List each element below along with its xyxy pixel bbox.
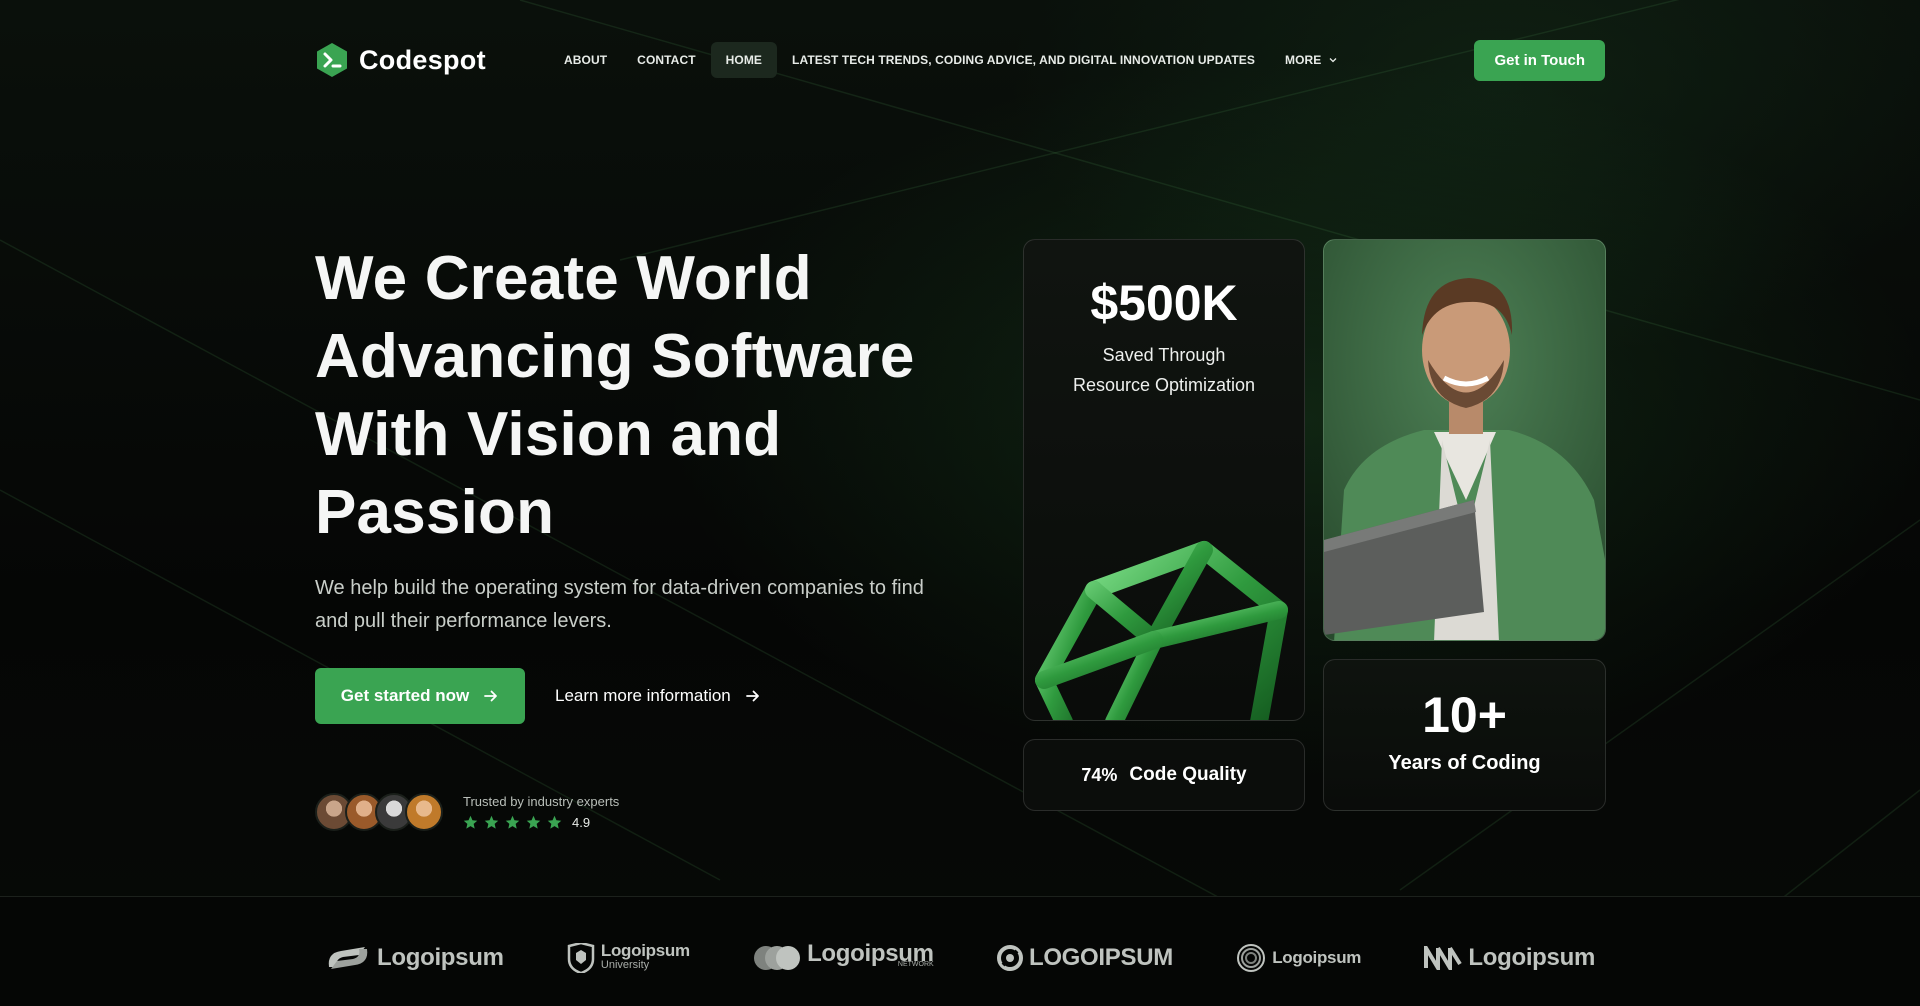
get-started-label: Get started now <box>340 686 470 705</box>
savings-value: $500K <box>1090 275 1238 331</box>
star-icon <box>463 815 478 829</box>
star-icon <box>526 815 541 829</box>
partner-logos: Logoipsum Logoipsum University Logoipsum… <box>325 940 1595 973</box>
trust-label: Trusted by industry experts <box>463 794 620 809</box>
nav-item-more[interactable]: MORE <box>1270 42 1352 78</box>
avatar-group <box>315 793 443 831</box>
partner-name: Logoipsum <box>1468 944 1595 971</box>
rating-value: 4.9 <box>572 815 591 830</box>
arrow-right-icon <box>745 690 759 702</box>
code-quality-label: Code Quality <box>1129 764 1247 785</box>
partner-text: Logoipsum NETWORK <box>807 940 934 969</box>
savings-label: Saved Through Resource Optimization <box>1024 340 1304 400</box>
years-label: Years of Coding <box>1388 752 1541 774</box>
partner-logo: Logoipsum <box>1236 943 1361 973</box>
n-stripes-icon <box>1424 946 1463 970</box>
hero-title-line: Advancing Software <box>315 322 915 391</box>
hero-title-line: With Vision and <box>315 400 782 469</box>
hero-subtitle-line: We help build the operating system for d… <box>315 577 924 599</box>
green-3d-shape-illustration <box>1035 541 1288 720</box>
years-card: 10+ Years of Coding <box>1323 659 1606 811</box>
nav-item-latest-updates[interactable]: LATEST TECH TRENDS, CODING ADVICE, AND D… <box>777 42 1270 78</box>
learn-more-link[interactable]: Learn more information <box>555 668 761 724</box>
trust-text: Trusted by industry experts 4.9 <box>463 794 619 830</box>
nav-more-label: MORE <box>1285 53 1322 67</box>
hero-title-line: We Create World <box>315 244 812 313</box>
nav-item-contact[interactable]: CONTACT <box>622 42 710 78</box>
star-icon <box>505 815 520 829</box>
partner-text: Logoipsum University <box>600 941 690 972</box>
partner-sub: NETWORK <box>897 961 934 968</box>
partner-logo: LOGOIPSUM <box>996 944 1173 972</box>
code-quality-percent: 74% <box>1081 764 1118 785</box>
arrow-right-icon <box>484 690 498 702</box>
partner-logo-strip: Logoipsum Logoipsum University Logoipsum… <box>0 896 1920 1006</box>
shield-icon <box>567 943 595 973</box>
brand-name: Codespot <box>359 44 486 75</box>
partner-name: Logoipsum <box>807 940 934 967</box>
trust-block: Trusted by industry experts 4.9 <box>315 793 619 831</box>
partner-name: LOGOIPSUM <box>1028 944 1173 971</box>
star-icon <box>547 815 562 829</box>
star-rating: 4.9 <box>463 815 619 830</box>
overlapping-circles-icon <box>754 946 801 970</box>
nav-item-about[interactable]: ABOUT <box>549 42 622 78</box>
code-quality-card: 74% Code Quality <box>1023 739 1305 811</box>
developer-portrait-image <box>1324 240 1605 640</box>
nav-item-home[interactable]: HOME <box>710 42 778 78</box>
star-icon <box>484 815 499 829</box>
learn-more-label: Learn more information <box>555 686 731 705</box>
partner-logo: Logoipsum University <box>567 941 690 973</box>
main-menu: ABOUT CONTACT HOME LATEST TECH TRENDS, C… <box>549 42 1352 78</box>
years-value: 10+ <box>1422 687 1507 743</box>
partner-logo: Logoipsum NETWORK <box>753 940 934 971</box>
partner-name: Logoipsum <box>377 944 504 971</box>
partner-name: Logoipsum <box>600 941 690 960</box>
partner-logo: Logoipsum <box>1424 944 1595 972</box>
hero-title-line: Passion <box>315 478 555 547</box>
partner-logo: Logoipsum <box>325 943 504 973</box>
savings-label-line: Saved Through <box>1102 345 1226 365</box>
hero-title: We Create World Advancing Software With … <box>315 240 1015 552</box>
savings-card: $500K Saved Through Resource Optimizatio… <box>1023 239 1305 721</box>
concentric-circles-icon <box>1237 944 1266 972</box>
get-in-touch-button[interactable]: Get in Touch <box>1474 39 1605 81</box>
partner-mark-icon <box>328 947 368 969</box>
partner-sub: University <box>600 959 650 971</box>
top-nav: Codespot ABOUT CONTACT HOME LATEST TECH … <box>315 39 1605 81</box>
terminal-hexagon-icon <box>317 43 347 77</box>
avatar <box>405 793 443 831</box>
brand-logo[interactable]: Codespot <box>315 42 545 78</box>
hero-subtitle: We help build the operating system for d… <box>315 572 975 638</box>
partner-name: Logoipsum <box>1272 948 1362 967</box>
savings-label-line: Resource Optimization <box>1072 375 1256 395</box>
hero-subtitle-line: and pull their performance levers. <box>315 610 612 632</box>
swirl-mark-icon <box>996 945 1023 971</box>
developer-photo <box>1323 239 1606 641</box>
get-started-button[interactable]: Get started now <box>315 668 525 724</box>
chevron-down-icon <box>1329 58 1337 63</box>
